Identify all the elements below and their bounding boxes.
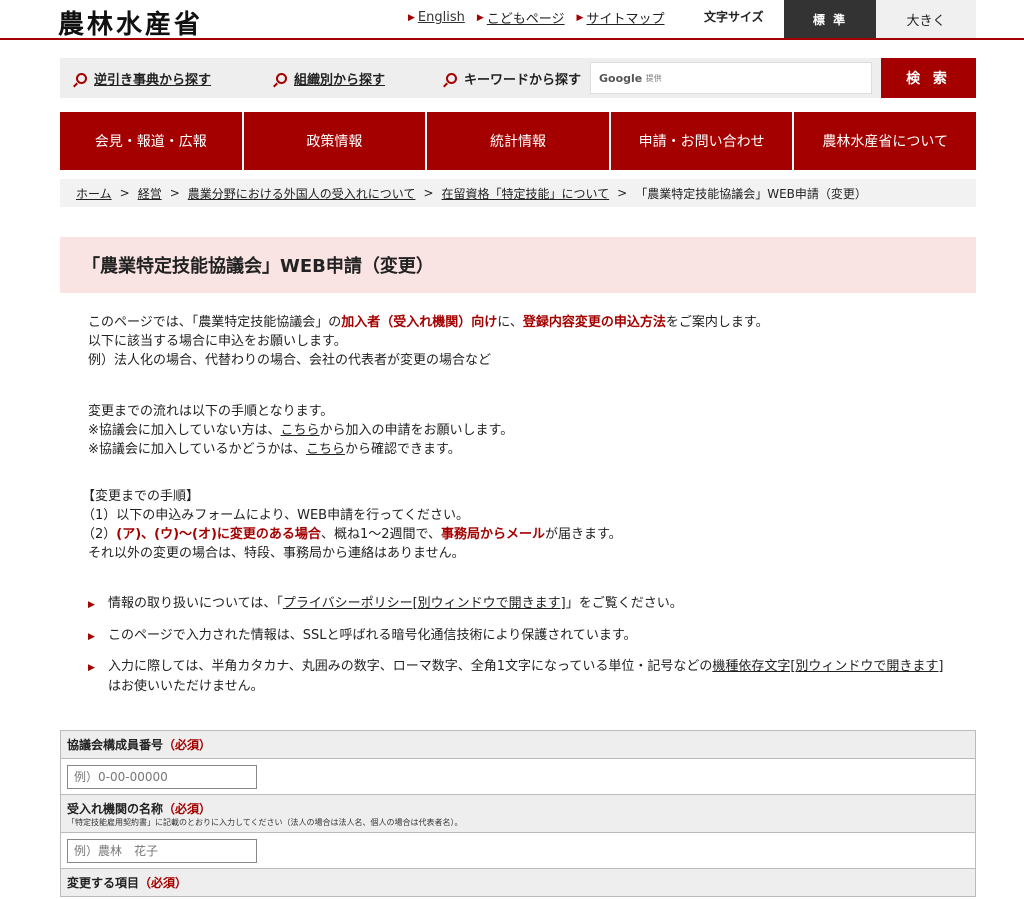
breadcrumb: ホーム > 経営 > 農業分野における外国人の受入れについて > 在留資格「特定技能」… bbox=[60, 179, 976, 207]
flow-text: 変更までの流れは以下の手順となります。 ※協議会に加入していない方は、こちらから… bbox=[88, 404, 514, 457]
steps-text: 【変更までの手順】 （1）以下の申込みフォームにより、WEB申請を行ってください… bbox=[82, 489, 622, 561]
triangle-icon: ▶ bbox=[88, 663, 95, 673]
join-application-link[interactable]: こちら bbox=[281, 423, 320, 438]
org-search-link[interactable]: 組織別から探す bbox=[276, 69, 385, 88]
membership-check-link[interactable]: こちら bbox=[306, 442, 345, 457]
search-icon bbox=[276, 73, 287, 84]
privacy-policy-link[interactable]: プライバシーポリシー[別ウィンドウで開きます] bbox=[283, 596, 566, 611]
search-icon bbox=[446, 73, 457, 84]
triangle-icon: ▶ bbox=[408, 12, 415, 23]
font-size-label: 文字サイズ bbox=[704, 10, 764, 24]
triangle-icon: ▶ bbox=[88, 632, 95, 642]
global-nav: 会見・報道・広報 政策情報 統計情報 申請・お問い合わせ 農林水産省について bbox=[60, 112, 976, 170]
site-header: 農林水産省 ▶ English ▶ こどもページ ▶ サイトマップ 文字サイズ 標 準… bbox=[0, 0, 1024, 40]
breadcrumb-specified-skills[interactable]: 在留資格「特定技能」について bbox=[442, 185, 610, 202]
org-name-note: 「特定技能雇用契約書」に記載のとおりに入力してください（法人の場合は法人名、個人… bbox=[67, 817, 463, 827]
triangle-icon: ▶ bbox=[476, 12, 484, 23]
font-size-standard-button[interactable]: 標 準 bbox=[784, 0, 876, 38]
header-links: ▶ English ▶ こどもページ ▶ サイトマップ bbox=[408, 8, 664, 27]
intro-text: このページでは、「農業特定技能協議会」の加入者（受入れ機関）向けに、登録内容変更… bbox=[88, 315, 769, 368]
nav-item-statistics[interactable]: 統計情報 bbox=[427, 112, 611, 170]
nav-item-policy[interactable]: 政策情報 bbox=[244, 112, 428, 170]
nav-item-press[interactable]: 会見・報道・広報 bbox=[60, 112, 244, 170]
nav-item-about[interactable]: 農林水産省について bbox=[794, 112, 976, 170]
kids-page-link[interactable]: ▶ こどもページ bbox=[477, 8, 565, 27]
keyword-search-input[interactable]: Google 提供 bbox=[590, 62, 872, 94]
org-name-label: 受入れ機関の名称（必須） 「特定技能雇用契約書」に記載のとおりに入力してください（… bbox=[60, 794, 976, 833]
search-icon bbox=[76, 73, 87, 84]
triangle-icon: ▶ bbox=[576, 12, 584, 23]
org-name-input[interactable]: 例）農林 花子 bbox=[67, 838, 257, 863]
application-form: 協議会構成員番号（必須） 例）0-00-00000 受入れ機関の名称（必須） 「特… bbox=[60, 730, 976, 897]
breadcrumb-management[interactable]: 経営 bbox=[138, 185, 162, 202]
member-number-label: 協議会構成員番号（必須） bbox=[60, 730, 976, 759]
keyword-search-label: キーワードから探す bbox=[446, 69, 581, 88]
english-link[interactable]: ▶ English bbox=[408, 8, 465, 27]
list-item: ▶ 情報の取り扱いについては、「プライバシーポリシー[別ウィンドウで開きます]」… bbox=[88, 594, 968, 614]
list-item: ▶ 入力に際しては、半角カタカナ、丸囲みの数字、ローマ数字、全角1文字になってい… bbox=[88, 659, 944, 694]
breadcrumb-home[interactable]: ホーム bbox=[76, 185, 112, 202]
breadcrumb-foreign-workers[interactable]: 農業分野における外国人の受入れについて bbox=[188, 185, 416, 202]
list-item: ▶ このページで入力された情報は、SSLと呼ばれる暗号化通信技術により保護されて… bbox=[88, 626, 968, 646]
change-item-label: 変更する項目（必須） bbox=[60, 868, 976, 897]
platform-dependent-chars-link[interactable]: 機種依存文字[別ウィンドウで開きます] bbox=[712, 659, 943, 674]
breadcrumb-current: 「農業特定技能協議会」WEB申請（変更） bbox=[635, 186, 867, 201]
search-button[interactable]: 検 索 bbox=[881, 58, 976, 98]
site-logo[interactable]: 農林水産省 bbox=[58, 4, 203, 41]
reverse-lookup-link[interactable]: 逆引き事典から探す bbox=[76, 69, 211, 88]
member-number-input[interactable]: 例）0-00-00000 bbox=[67, 764, 257, 789]
sitemap-link[interactable]: ▶ サイトマップ bbox=[577, 8, 665, 27]
nav-item-applications[interactable]: 申請・お問い合わせ bbox=[611, 112, 795, 170]
triangle-icon: ▶ bbox=[88, 600, 95, 610]
font-size-large-button[interactable]: 大きく bbox=[876, 0, 976, 38]
page-title: 「農業特定技能協議会」WEB申請（変更） bbox=[60, 237, 976, 293]
